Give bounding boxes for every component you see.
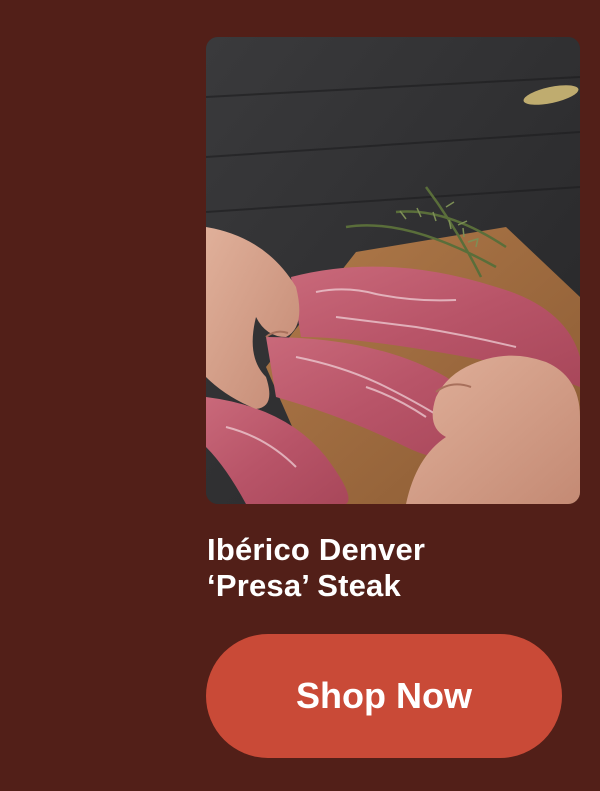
product-card: Ibérico Denver ‘Presa’ Steak Shop Now xyxy=(0,0,600,791)
product-title-line-2: ‘Presa’ Steak xyxy=(207,568,401,603)
steak-photo-illustration xyxy=(206,37,580,504)
product-photo[interactable] xyxy=(206,37,580,504)
product-title: Ibérico Denver ‘Presa’ Steak xyxy=(207,532,577,604)
product-title-line-1: Ibérico Denver xyxy=(207,532,426,567)
shop-now-button[interactable]: Shop Now xyxy=(206,634,562,758)
